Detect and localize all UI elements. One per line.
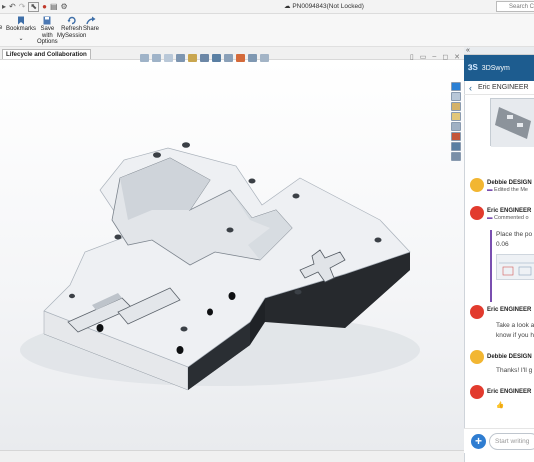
comment-card: Place the po 0.06 xyxy=(490,230,534,302)
resources-icon[interactable] xyxy=(451,92,461,101)
document-title: ☁ PN0094843(Not Locked) xyxy=(284,3,364,10)
collapse-panel-button[interactable]: « xyxy=(464,47,534,55)
avatar xyxy=(470,305,484,319)
add-button[interactable]: + xyxy=(471,434,486,449)
feed-item[interactable]: Eric ENGINEER 👍 xyxy=(470,385,534,415)
chevron-down-icon[interactable]: ⌄ xyxy=(6,36,36,43)
file-explorer-icon[interactable] xyxy=(451,112,461,121)
feed-author: Debbie DESIGN xyxy=(487,180,532,186)
ribbon: e Bookmarks ⌄ Save with Options Refresh … xyxy=(0,14,534,47)
feed-item[interactable]: Debbie DESIGN ▬ Edited the Me xyxy=(470,178,534,200)
reply-text: know if you h xyxy=(496,332,534,339)
feed-author: Debbie DESIGN xyxy=(487,354,532,360)
save-with-options-label: Save with Options xyxy=(37,26,58,45)
solidworks-forum-icon[interactable] xyxy=(451,152,461,161)
graphics-viewport[interactable]: ▯ ▭ – ◻ ✕ xyxy=(0,53,464,450)
solidworks-window: ▸ ↶ ↷ ⬉ ● ▤ ⚙ ☁ PN0094843(Not Locked) Se… xyxy=(0,0,534,462)
search-input[interactable]: Search Con xyxy=(496,1,534,12)
appearances-icon[interactable] xyxy=(451,132,461,141)
refresh-icon xyxy=(67,16,76,25)
drawing-thumbnail xyxy=(499,262,534,276)
rebuild-icon[interactable]: ● xyxy=(42,2,47,12)
refresh-label: Refresh MySession xyxy=(57,26,87,39)
feed-author: Eric ENGINEER xyxy=(487,307,532,313)
menu-arrow-icon[interactable]: ▸ xyxy=(2,2,6,12)
bookmarks-button[interactable]: Bookmarks ⌄ xyxy=(6,16,36,42)
avatar xyxy=(470,206,484,220)
feed-item[interactable]: Debbie DESIGN Thanks! I'll g xyxy=(470,350,534,380)
reply-text: Take a look a xyxy=(496,322,534,329)
redo-icon[interactable]: ↷ xyxy=(19,2,26,12)
save-options-icon xyxy=(43,16,51,25)
feed-meta: ▬ Commented o xyxy=(487,215,529,221)
3dexperience-icon[interactable] xyxy=(451,82,461,91)
task-pane-tabs xyxy=(451,82,463,164)
share-icon xyxy=(86,16,96,25)
status-bar xyxy=(0,450,464,462)
comment-text: Place the po xyxy=(496,231,533,238)
custom-properties-icon[interactable] xyxy=(451,142,461,151)
reply-body: Take a look a know if you h xyxy=(496,321,534,341)
reply-text: Thanks! I'll g xyxy=(496,367,533,374)
avatar xyxy=(470,350,484,364)
comment-text: 0.06 xyxy=(496,241,509,248)
share-button[interactable]: Share xyxy=(83,16,99,33)
machined-plate-model[interactable] xyxy=(0,60,464,450)
design-library-icon[interactable] xyxy=(451,102,461,111)
select-icon[interactable]: ⬉ xyxy=(28,1,40,12)
part-thumbnail xyxy=(491,99,534,147)
avatar xyxy=(470,385,484,399)
back-arrow-icon[interactable]: ‹ xyxy=(469,83,472,93)
save-with-options-button[interactable]: Save with Options xyxy=(37,16,58,46)
panel-header: 𝟑S 3DSwym xyxy=(464,55,534,81)
options-icon[interactable]: ⚙ xyxy=(61,2,68,12)
avatar xyxy=(470,178,484,192)
comment-composer: + Start writing xyxy=(464,428,534,453)
thumbs-up-reaction: 👍 xyxy=(496,402,505,409)
panel-brand: 3DSwym xyxy=(481,64,510,72)
bookmark-icon xyxy=(18,16,24,25)
view-palette-icon[interactable] xyxy=(451,122,461,131)
tab-lifecycle-and-collaboration[interactable]: Lifecycle and Collaboration xyxy=(2,49,91,59)
title-bar: ▸ ↶ ↷ ⬉ ● ▤ ⚙ ☁ PN0094843(Not Locked) Se… xyxy=(0,0,534,14)
bookmarks-label: Bookmarks xyxy=(6,26,37,32)
comment-icon: ▬ xyxy=(487,215,493,221)
share-label: Share xyxy=(83,26,100,32)
cloud-icon: ☁ xyxy=(284,3,291,10)
comment-attachment[interactable] xyxy=(496,254,534,280)
panel-user-bar: ‹ Eric ENGINEER xyxy=(464,81,534,95)
compose-input[interactable]: Start writing xyxy=(489,433,534,450)
feed-item[interactable]: Eric ENGINEER ▬ Commented o Place the po… xyxy=(470,206,534,302)
partial-button-label: e xyxy=(0,25,3,31)
refresh-mysession-button[interactable]: Refresh MySession xyxy=(57,16,86,39)
3dswym-logo-icon: 𝟑S xyxy=(468,63,478,72)
edit-icon: ▬ xyxy=(487,187,493,193)
post-image-preview[interactable] xyxy=(490,98,534,147)
undo-icon[interactable]: ↶ xyxy=(9,2,16,12)
feed-author: Eric ENGINEER xyxy=(487,208,532,214)
feed-item[interactable]: Eric ENGINEER Take a look a know if you … xyxy=(470,305,534,349)
feed-meta: ▬ Edited the Me xyxy=(487,187,528,193)
file-properties-icon[interactable]: ▤ xyxy=(50,2,58,12)
panel-user-name: Eric ENGINEER xyxy=(478,84,529,91)
feed-author: Eric ENGINEER xyxy=(487,389,532,395)
